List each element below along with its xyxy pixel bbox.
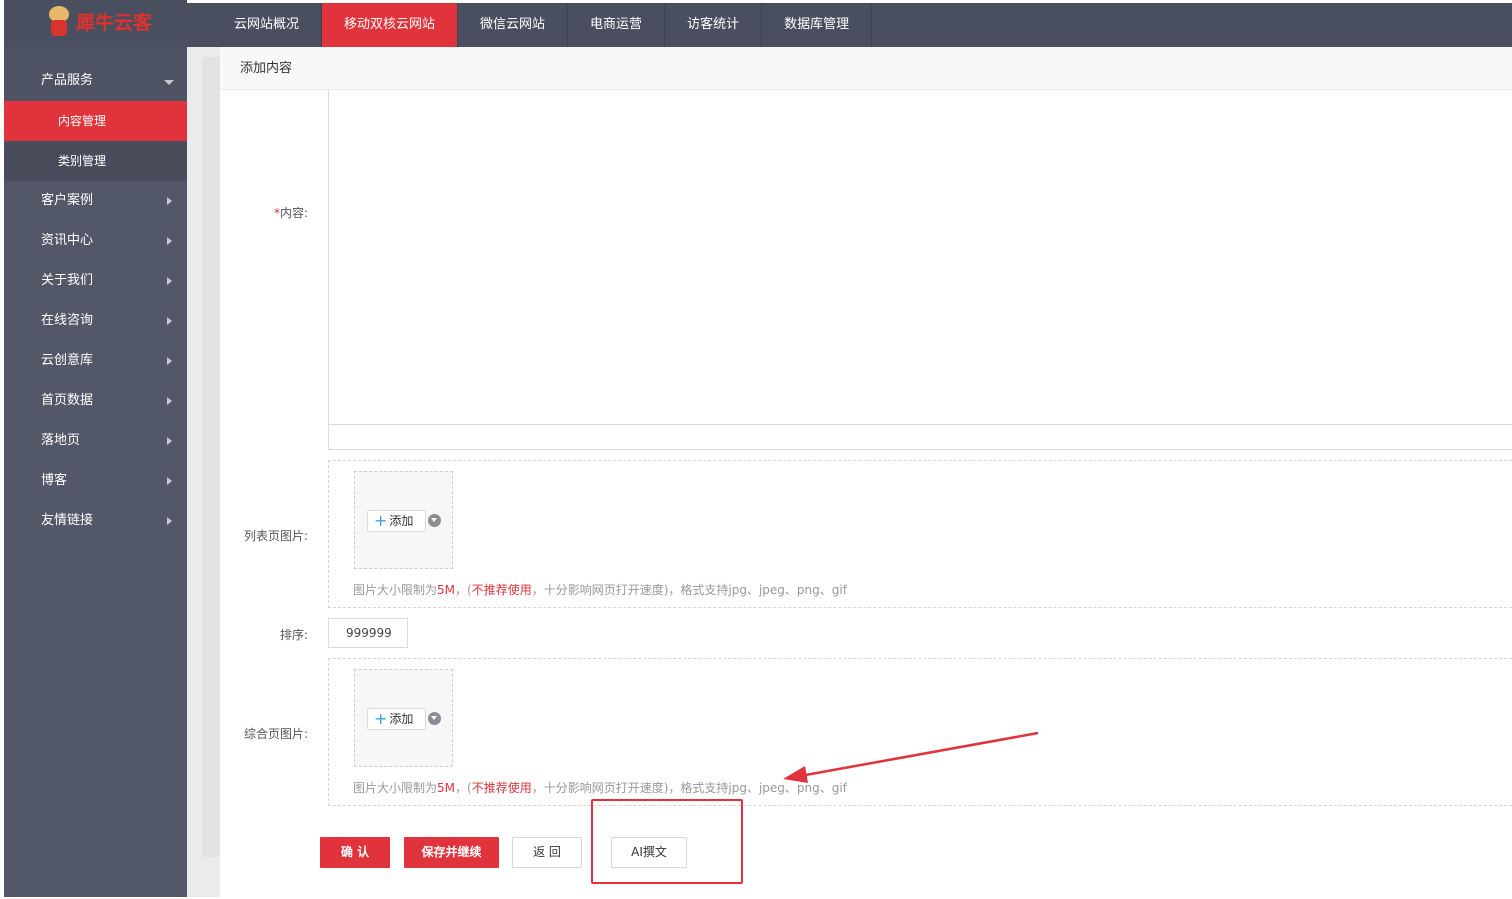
tab-ecommerce[interactable]: 电商运营 xyxy=(568,3,666,47)
sidebar-group-label: 产品服务 xyxy=(41,73,94,88)
mascot-body xyxy=(51,20,67,36)
list-image-slot[interactable]: + 添加 xyxy=(354,471,453,569)
sort-input[interactable]: 999999 xyxy=(328,618,408,648)
annotation-highlight-box xyxy=(591,799,743,884)
chevron-right-icon xyxy=(167,357,172,365)
tab-wechat-site[interactable]: 微信云网站 xyxy=(458,3,569,47)
composite-image-add-label: 添加 xyxy=(389,712,414,726)
list-image-hint-warn: 不推荐使用 xyxy=(471,583,532,597)
plus-icon: + xyxy=(374,709,388,728)
main-content: 添加内容 *内容: 列表页图片: + 添加 图片大小限制为5M，(不推荐使用，十分… xyxy=(220,47,1512,897)
composite-image-hint: 图片大小限制为5M，(不推荐使用，十分影响网页打开速度)，格式支持jpg、jpe… xyxy=(353,779,847,796)
list-image-hint-prefix: 图片大小限制为 xyxy=(353,583,438,597)
tab-mobile-dual-core-site[interactable]: 移动双核云网站 xyxy=(322,3,459,47)
app-frame: 犀牛云客 云网站概况 移动双核云网站 微信云网站 电商运营 访客统计 数据库管理… xyxy=(4,0,1512,899)
content-gutter xyxy=(187,47,220,897)
composite-image-label: 综合页图片: xyxy=(243,727,308,741)
page-title: 添加内容 xyxy=(220,47,1512,90)
composite-image-upload-area: + 添加 图片大小限制为5M，(不推荐使用，十分影响网页打开速度)，格式支持jpg… xyxy=(328,658,1512,806)
list-image-add-button[interactable]: + 添加 xyxy=(367,510,426,532)
plus-icon: + xyxy=(374,511,388,530)
sidebar-item-label: 客户案例 xyxy=(41,193,94,208)
sidebar-item-customer-cases[interactable]: 客户案例 xyxy=(4,181,187,221)
confirm-button[interactable]: 确 认 xyxy=(320,837,390,868)
sidebar-item-label: 友情链接 xyxy=(41,513,94,528)
chevron-right-icon xyxy=(167,517,172,525)
composite-image-hint-sep: ，( xyxy=(455,781,472,795)
composite-image-hint-prefix: 图片大小限制为 xyxy=(353,781,438,795)
list-image-upload-area: + 添加 图片大小限制为5M，(不推荐使用，十分影响网页打开速度)，格式支持jpg… xyxy=(328,460,1512,608)
composite-image-hint-warn: 不推荐使用 xyxy=(471,781,532,795)
sidebar-item-label: 关于我们 xyxy=(41,273,94,288)
dropdown-circle-icon[interactable] xyxy=(428,712,441,725)
list-image-hint-suffix: ，十分影响网页打开速度)，格式支持jpg、jpeg、png、gif xyxy=(531,583,847,597)
tab-visitor-stats[interactable]: 访客统计 xyxy=(665,3,763,47)
list-image-label: 列表页图片: xyxy=(243,529,308,543)
sidebar-item-label: 首页数据 xyxy=(41,393,94,408)
chevron-right-icon xyxy=(167,477,172,485)
composite-image-hint-size: 5M xyxy=(437,781,456,795)
rhino-mascot-icon xyxy=(46,4,72,38)
brand-logo[interactable]: 犀牛云客 xyxy=(46,4,152,38)
sidebar-item-label: 资讯中心 xyxy=(41,233,94,248)
back-button[interactable]: 返 回 xyxy=(512,837,582,868)
content-label: *内容: xyxy=(220,204,308,221)
list-image-hint-sep: ，( xyxy=(455,583,472,597)
top-nav: 云网站概况 移动双核云网站 微信云网站 电商运营 访客统计 数据库管理 xyxy=(212,3,873,47)
sidebar-item-online-consult[interactable]: 在线咨询 xyxy=(4,301,187,341)
chevron-right-icon xyxy=(167,437,172,445)
sidebar-item-news-center[interactable]: 资讯中心 xyxy=(4,221,187,261)
tab-cloud-site-overview[interactable]: 云网站概况 xyxy=(212,3,323,47)
list-image-hint-size: 5M xyxy=(437,583,456,597)
sidebar-item-creative-library[interactable]: 云创意库 xyxy=(4,341,187,381)
composite-image-add-button[interactable]: + 添加 xyxy=(367,708,426,730)
content-label-text: 内容: xyxy=(279,206,308,220)
editor-status-bar xyxy=(328,425,1512,450)
save-continue-button[interactable]: 保存并继续 xyxy=(404,837,499,868)
list-image-add-label: 添加 xyxy=(389,514,414,528)
chevron-right-icon xyxy=(167,277,172,285)
sidebar-item-blog[interactable]: 博客 xyxy=(4,461,187,501)
dropdown-circle-icon[interactable] xyxy=(428,514,441,527)
sidebar-item-friend-links[interactable]: 友情链接 xyxy=(4,501,187,541)
composite-image-slot[interactable]: + 添加 xyxy=(354,669,453,767)
brand-logo-text: 犀牛云客 xyxy=(76,11,153,34)
chevron-down-icon xyxy=(164,80,174,85)
top-bar: 犀牛云客 云网站概况 移动双核云网站 微信云网站 电商运营 访客统计 数据库管理 xyxy=(4,0,1512,47)
sidebar: 产品服务 内容管理 类别管理 客户案例 资讯中心 关于我们 在线咨询 云创意库 … xyxy=(4,47,187,897)
sidebar-item-category-management[interactable]: 类别管理 xyxy=(4,141,187,181)
sidebar-item-label: 落地页 xyxy=(41,433,81,448)
chevron-right-icon xyxy=(167,317,172,325)
sort-label: 排序: xyxy=(279,628,308,642)
sidebar-item-homepage-data[interactable]: 首页数据 xyxy=(4,381,187,421)
gutter-inner xyxy=(202,57,220,857)
sidebar-item-landing-page[interactable]: 落地页 xyxy=(4,421,187,461)
chevron-right-icon xyxy=(167,397,172,405)
logo-area: 犀牛云客 xyxy=(4,0,187,47)
composite-image-hint-suffix: ，十分影响网页打开速度)，格式支持jpg、jpeg、png、gif xyxy=(531,781,847,795)
chevron-right-icon xyxy=(167,197,172,205)
sidebar-item-content-management[interactable]: 内容管理 xyxy=(4,101,187,141)
sidebar-item-label: 云创意库 xyxy=(41,353,94,368)
content-editor[interactable] xyxy=(328,90,1512,425)
list-image-hint: 图片大小限制为5M，(不推荐使用，十分影响网页打开速度)，格式支持jpg、jpe… xyxy=(353,581,847,598)
tab-database-management[interactable]: 数据库管理 xyxy=(762,3,873,47)
sidebar-item-label: 在线咨询 xyxy=(41,313,94,328)
chevron-right-icon xyxy=(167,237,172,245)
sidebar-group-product-service[interactable]: 产品服务 xyxy=(4,47,187,101)
sidebar-item-label: 博客 xyxy=(41,473,68,488)
sidebar-item-about-us[interactable]: 关于我们 xyxy=(4,261,187,301)
